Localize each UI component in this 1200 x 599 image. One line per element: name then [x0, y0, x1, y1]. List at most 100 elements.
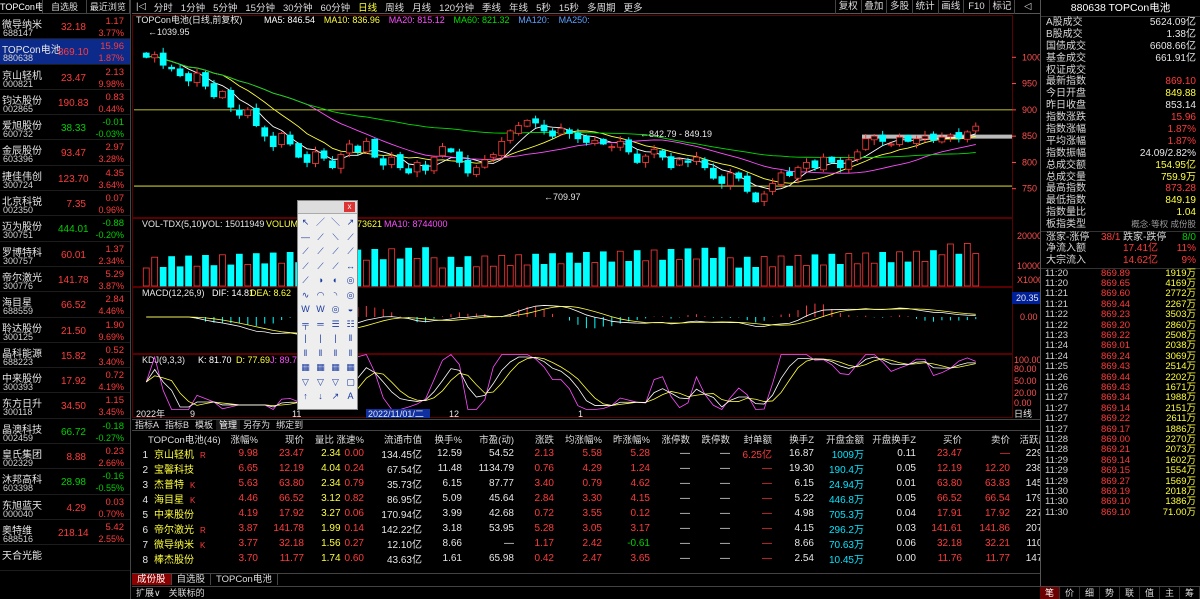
column-header[interactable]: 跌停数 — [694, 431, 734, 446]
watchlist-row[interactable]: TOPCon电池 880638 869.10 15.96 1.87% — [0, 39, 130, 65]
watchlist-row[interactable]: 东方日升 300118 34.50 1.15 3.45% — [0, 393, 130, 419]
drawing-tool-icon[interactable]: ‖ — [329, 346, 343, 361]
watchlist-row[interactable]: 天合光能 — [0, 545, 130, 571]
table-row[interactable]: 7 微导纳米 K 3.77 32.18 1.56 0.27 12.10亿 8.66 — 1.17 2.… — [132, 536, 1052, 551]
drawing-tool-icon[interactable]: ↔ — [344, 259, 358, 274]
watchlist-row[interactable]: 晶科能源 688223 15.82 0.52 3.40% — [0, 343, 130, 369]
tool-button[interactable]: 标记 — [988, 0, 1015, 14]
drawing-tool-icon[interactable]: — — [299, 230, 313, 245]
drawing-tool-icon[interactable]: ∿ — [299, 288, 313, 303]
period-多周期[interactable]: 多周期 — [583, 0, 620, 14]
column-header[interactable]: 均涨幅% — [558, 431, 606, 446]
column-header[interactable]: 开盘换手Z — [868, 431, 920, 446]
drawing-tool-icon[interactable]: ═ — [314, 317, 328, 332]
drawing-tool-icon[interactable]: ↑ — [299, 389, 313, 404]
watchlist-row[interactable]: 皇氏集团 002329 8.88 0.23 2.66% — [0, 444, 130, 470]
drawing-tool-icon[interactable]: ⟋ — [314, 259, 328, 274]
drawing-tool-icon[interactable]: ⟋ — [299, 273, 313, 288]
drawing-tool-icon[interactable]: ▽ — [314, 375, 328, 390]
tool-button[interactable]: 画线 — [937, 0, 964, 14]
column-header[interactable]: 涨幅% — [224, 431, 262, 446]
drawing-tool-icon[interactable]: ⟍ — [329, 230, 343, 245]
drawing-tool-icon[interactable]: ‖ — [314, 346, 328, 361]
column-header[interactable]: 涨跌 — [518, 431, 558, 446]
watchlist-row[interactable]: 微导纳米 688147 32.18 1.17 3.77% — [0, 14, 130, 40]
right-tab[interactable]: 价 — [1060, 587, 1080, 599]
drawing-tool-icon[interactable]: | — [299, 331, 313, 346]
column-header[interactable]: 现价 — [262, 431, 308, 446]
drawing-tool-icon[interactable]: ◒ — [344, 302, 358, 317]
drawing-tool-icon[interactable]: ↓ — [314, 389, 328, 404]
table-row[interactable]: 2 宝馨科技 6.65 12.19 4.04 0.24 67.54亿 11.48 1134.79… — [132, 461, 1052, 476]
column-header[interactable]: 卖价 — [966, 431, 1014, 446]
period-60分钟[interactable]: 60分钟 — [317, 0, 355, 14]
column-header[interactable]: 换手% — [426, 431, 466, 446]
right-tab[interactable]: 笔 — [1040, 587, 1060, 599]
drawing-tool-icon[interactable]: ╤ — [299, 317, 313, 332]
drawing-tool-icon[interactable]: ◐ — [329, 273, 343, 288]
drawing-tool-icon[interactable]: ↗ — [329, 389, 343, 404]
watchlist-row[interactable]: 京山轻机 000821 23.47 2.13 9.98% — [0, 65, 130, 90]
drawing-tool-icon[interactable]: ⟋ — [314, 230, 328, 245]
watchlist-row[interactable]: 中来股份 300393 17.92 0.72 4.19% — [0, 368, 130, 394]
drawing-tool-icon[interactable]: | — [329, 331, 343, 346]
drawing-tool-icon[interactable]: ▽ — [329, 375, 343, 390]
drawing-tool-icon[interactable]: ▦ — [314, 360, 328, 375]
period-年线[interactable]: 年线 — [505, 0, 532, 14]
bottom-tab[interactable]: 自选股 — [172, 574, 212, 585]
indicator-tab[interactable]: 指标B — [162, 420, 192, 430]
table-row[interactable]: 5 中来股份 4.19 17.92 3.27 0.06 170.94亿 3.99 42.68 0.… — [132, 506, 1052, 521]
drawing-tool-icon[interactable]: ▦ — [344, 360, 358, 375]
column-header[interactable]: 涨停数 — [654, 431, 694, 446]
drawing-tool-icon[interactable]: ＼ — [329, 215, 343, 230]
column-header[interactable]: 封单额 — [734, 431, 776, 446]
tick-list[interactable]: 11:20 869.89 1919万 11:20 869.65 4169万 11:21 869… — [1041, 267, 1200, 518]
right-tab[interactable]: 细 — [1080, 587, 1100, 599]
drawing-tool-icon[interactable]: ◝ — [329, 288, 343, 303]
drawing-tool-icon[interactable]: ↖ — [299, 215, 313, 230]
period-分时[interactable]: 分时 — [150, 0, 177, 14]
drawing-tool-icon[interactable]: ‖ — [344, 346, 358, 361]
left-arrow-icon[interactable]: |◁ — [132, 1, 150, 12]
drawing-tool-icon[interactable]: ☰ — [329, 317, 343, 332]
tool-button[interactable]: ◁ — [1014, 0, 1040, 14]
bottom-tab[interactable]: 成份股 — [132, 574, 172, 585]
drawing-tool-icon[interactable]: A — [344, 389, 358, 404]
period-周线[interactable]: 周线 — [381, 0, 408, 14]
watchlist-row[interactable]: 北京科锐 002350 7.35 0.07 0.96% — [0, 191, 130, 217]
drawing-tool-icon[interactable]: W — [299, 302, 313, 317]
tab-recent[interactable]: 最近浏览 — [87, 0, 130, 13]
period-5秒[interactable]: 5秒 — [532, 0, 555, 14]
period-5分钟[interactable]: 5分钟 — [209, 0, 241, 14]
right-tab[interactable]: 势 — [1100, 587, 1120, 599]
drawing-tool-icon[interactable]: ◎ — [344, 273, 358, 288]
watchlist-row[interactable]: 罗博特科 300757 60.01 1.37 2.34% — [0, 242, 130, 267]
tool-button[interactable]: 统计 — [911, 0, 938, 14]
drawing-tool-icon[interactable]: ⟋ — [329, 244, 343, 259]
tab-watchlist[interactable]: 自选股 — [43, 0, 87, 13]
period-15分钟[interactable]: 15分钟 — [241, 0, 279, 14]
indicator-tab[interactable]: 模板 — [192, 420, 216, 430]
watchlist-row[interactable]: 捷佳伟创 300724 123.70 4.35 3.64% — [0, 166, 130, 192]
watchlist-row[interactable]: 沐邦高科 603398 28.98 -0.16 -0.55% — [0, 469, 130, 495]
indicator-tab[interactable]: 指标A — [132, 420, 162, 430]
bottom-tab[interactable]: TOPCon电池 — [211, 574, 278, 585]
right-tab[interactable]: 值 — [1140, 587, 1160, 599]
status-item[interactable]: 扩展∨ — [132, 587, 165, 599]
watchlist-row[interactable]: 聆达股份 300125 21.50 1.90 9.69% — [0, 318, 130, 343]
watchlist-row[interactable]: 金辰股份 603396 93.47 2.97 3.28% — [0, 140, 130, 166]
watchlist-row[interactable]: 钧达股份 002865 190.83 0.83 0.44% — [0, 90, 130, 116]
close-icon[interactable]: x — [344, 202, 355, 212]
drawing-tool-icon[interactable]: ⟋ — [314, 244, 328, 259]
drawing-tool-icon[interactable]: ▽ — [299, 375, 313, 390]
period-1分钟[interactable]: 1分钟 — [177, 0, 209, 14]
watchlist-row[interactable]: 晶澳科技 002459 66.72 -0.18 -0.27% — [0, 419, 130, 445]
drawing-tool-icon[interactable]: ▢ — [344, 375, 358, 390]
drawing-tool-icon[interactable]: ‖ — [299, 346, 313, 361]
period-更多[interactable]: 更多 — [619, 0, 646, 14]
indicator-tab[interactable]: 管理 — [216, 420, 241, 430]
drawing-tool-icon[interactable]: ⟋ — [344, 230, 358, 245]
watchlist-row[interactable]: 迈为股份 300751 444.01 -0.88 -0.20% — [0, 216, 130, 242]
column-header[interactable]: 市盈(动) — [466, 431, 518, 446]
right-tab[interactable]: 联 — [1120, 587, 1140, 599]
